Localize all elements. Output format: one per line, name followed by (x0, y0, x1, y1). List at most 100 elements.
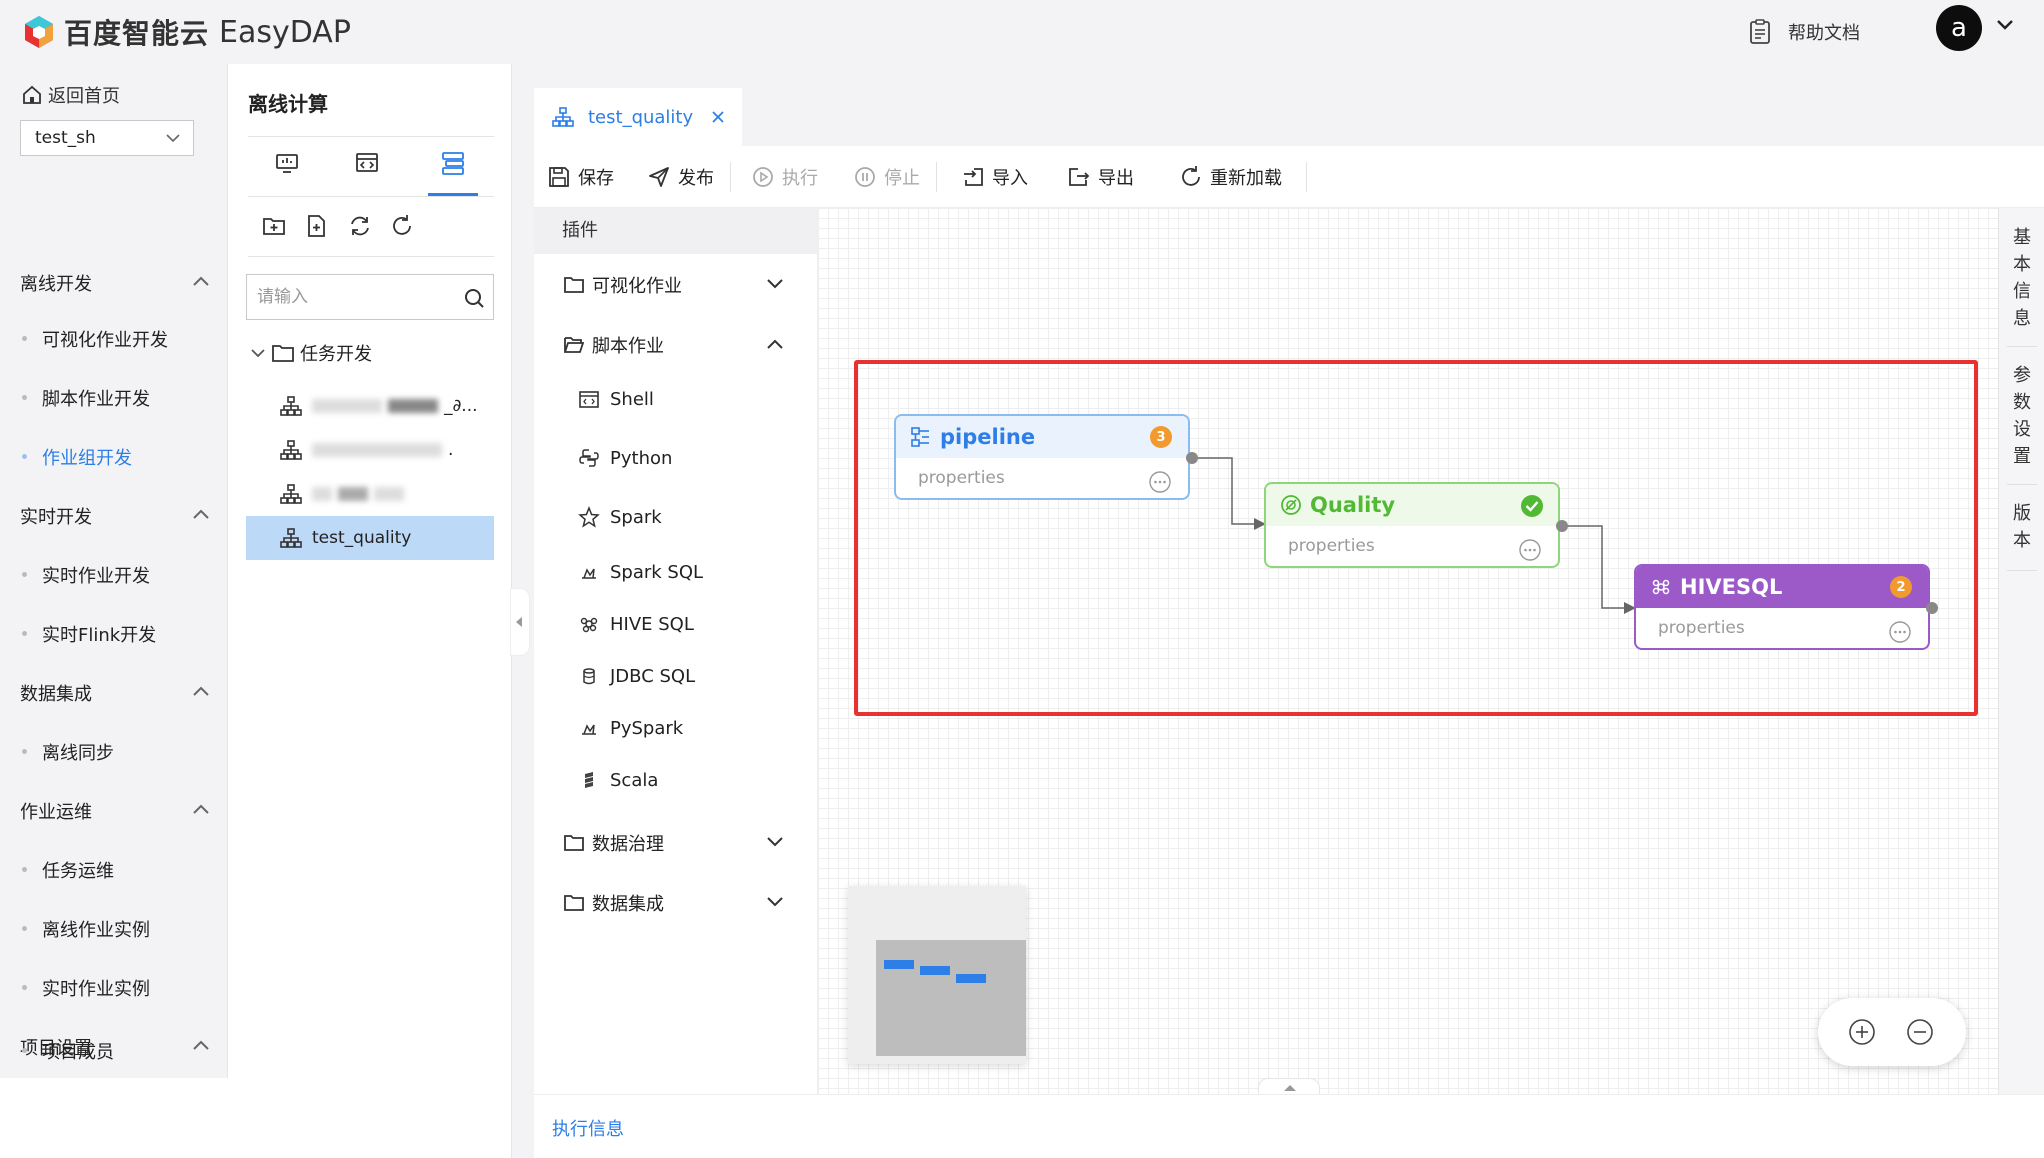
chevron-up-icon[interactable] (192, 274, 210, 288)
nav-item-realtime-job[interactable]: 实时作业开发 (22, 562, 150, 588)
plugin-pyspark[interactable]: PySpark (578, 717, 683, 739)
tree-item[interactable]: . (246, 428, 494, 472)
help-docs-link[interactable]: 帮助文档 (1748, 14, 1860, 50)
nav-item-job-group[interactable]: 作业组开发 (22, 444, 132, 470)
job-group-icon[interactable] (440, 150, 466, 176)
code-window-icon[interactable] (354, 150, 380, 176)
execution-info-tab[interactable]: 执行信息 (552, 1115, 624, 1141)
tab-version[interactable]: 版本 (1999, 500, 2044, 554)
plugin-scala[interactable]: Scala (578, 769, 658, 791)
plugin-group-visual[interactable]: 可视化作业 (564, 272, 682, 298)
chevron-up-icon[interactable] (766, 338, 784, 350)
plugin-group-label: 可视化作业 (592, 276, 682, 297)
plugin-group-script[interactable]: 脚本作业 (564, 332, 664, 358)
panel-collapse-handle[interactable] (510, 588, 530, 656)
tab-label: test_quality (588, 106, 694, 128)
publish-button[interactable]: 发布 (648, 164, 714, 190)
zoom-in-icon[interactable] (1848, 1018, 1876, 1046)
node-output-port[interactable] (1926, 602, 1938, 614)
chevron-up-icon[interactable] (192, 1038, 210, 1052)
chevron-up-icon[interactable] (192, 802, 210, 816)
minimap-node (884, 960, 914, 969)
nav-group-data-integration[interactable]: 数据集成 (20, 680, 92, 706)
import-button[interactable]: 导入 (962, 164, 1028, 190)
tree-item[interactable]: _∂... (246, 384, 494, 428)
run-button[interactable]: 执行 (752, 164, 818, 190)
tree-item-test-quality[interactable]: test_quality (246, 516, 494, 560)
node-output-port[interactable] (1186, 452, 1198, 464)
help-docs-label: 帮助文档 (1788, 23, 1860, 44)
nav-item-script-job[interactable]: 脚本作业开发 (22, 385, 150, 411)
chevron-down-icon[interactable] (766, 278, 784, 290)
toolbar-separator (936, 162, 937, 192)
plugin-hive-sql[interactable]: HIVE SQL (578, 613, 694, 635)
nav-item-realtime-instances[interactable]: 实时作业实例 (22, 975, 150, 1001)
plugin-label: JDBC SQL (610, 665, 696, 687)
nav-group-realtime-dev[interactable]: 实时开发 (20, 503, 92, 529)
nav-item-offline-sync[interactable]: 离线同步 (22, 739, 114, 765)
plugin-spark[interactable]: Spark (578, 506, 662, 528)
close-icon[interactable] (711, 110, 725, 124)
plugin-shell[interactable]: Shell (578, 388, 654, 410)
node-quality[interactable]: Quality properties (1264, 482, 1568, 568)
node-badge: 2 (1890, 576, 1912, 598)
tree-item-label: . (448, 440, 454, 460)
nav-item-task-ops[interactable]: 任务运维 (22, 857, 114, 883)
chevron-up-icon[interactable] (192, 507, 210, 521)
chevron-down-icon[interactable] (250, 346, 266, 360)
user-avatar[interactable]: a (1936, 5, 1982, 51)
node-properties: properties (1658, 618, 1745, 638)
sync-icon[interactable] (348, 214, 372, 238)
nav-item-project-members[interactable]: 项目成员 (22, 1038, 114, 1064)
node-header: Quality (1266, 484, 1558, 526)
plugin-python[interactable]: Python (578, 447, 672, 469)
tab-param-settings[interactable]: 参数设置 (1999, 362, 2044, 470)
tree-folder-task-dev[interactable]: 任务开发 (250, 340, 372, 366)
nav-group-offline-dev[interactable]: 离线开发 (20, 270, 92, 296)
tree-item[interactable] (246, 472, 494, 516)
minimap-node (920, 966, 950, 975)
node-output-port[interactable] (1556, 520, 1568, 532)
chevron-down-icon[interactable] (766, 836, 784, 848)
tab-basic-info[interactable]: 基本信息 (1999, 224, 2044, 332)
plugin-spark-sql[interactable]: Spark SQL (578, 561, 703, 583)
stop-button[interactable]: 停止 (854, 164, 920, 190)
back-home-link[interactable]: 返回首页 (22, 82, 120, 108)
nav-item-offline-instances[interactable]: 离线作业实例 (22, 916, 150, 942)
more-icon[interactable] (1888, 620, 1912, 644)
minimap-viewport[interactable] (876, 940, 1026, 1056)
nav-item-realtime-flink[interactable]: 实时Flink开发 (21, 621, 156, 647)
search-icon[interactable] (463, 287, 485, 309)
chevron-down-icon[interactable] (1994, 14, 2016, 36)
plugin-label: Spark SQL (610, 561, 704, 583)
chevron-up-icon[interactable] (192, 684, 210, 698)
project-select[interactable]: test_sh (20, 120, 194, 156)
tab-test-quality[interactable]: test_quality (534, 88, 742, 146)
more-icon[interactable] (1518, 538, 1542, 562)
workflow-icon (552, 107, 574, 127)
plugin-group-integration[interactable]: 数据集成 (564, 890, 664, 916)
reload-button[interactable]: 重新加载 (1180, 164, 1282, 190)
monitor-icon[interactable] (274, 150, 300, 176)
nav-group-job-ops[interactable]: 作业运维 (20, 798, 92, 824)
plugin-jdbc-sql[interactable]: JDBC SQL (578, 665, 695, 687)
nav-item-visual-job[interactable]: 可视化作业开发 (22, 326, 168, 352)
node-hivesql[interactable]: HIVESQL 2 properties (1634, 564, 1938, 650)
toolbar-separator (1306, 162, 1307, 192)
node-pipeline[interactable]: pipeline 3 properties (894, 414, 1198, 500)
new-folder-icon[interactable] (262, 214, 286, 238)
zoom-out-icon[interactable] (1906, 1018, 1934, 1046)
node-title: HIVESQL (1680, 575, 1783, 599)
plugin-group-governance[interactable]: 数据治理 (564, 830, 664, 856)
new-file-icon[interactable] (304, 214, 328, 238)
chevron-down-icon[interactable] (766, 896, 784, 908)
brand-logo[interactable]: 百度智能云 EasyDAP (22, 12, 351, 52)
tree-search-input[interactable] (247, 275, 447, 319)
more-icon[interactable] (1148, 470, 1172, 494)
tree-search[interactable] (246, 274, 494, 320)
refresh-icon[interactable] (390, 214, 414, 238)
node-properties: properties (918, 468, 1005, 488)
canvas-minimap[interactable] (848, 886, 1026, 1064)
save-button[interactable]: 保存 (548, 164, 614, 190)
export-button[interactable]: 导出 (1068, 164, 1134, 190)
